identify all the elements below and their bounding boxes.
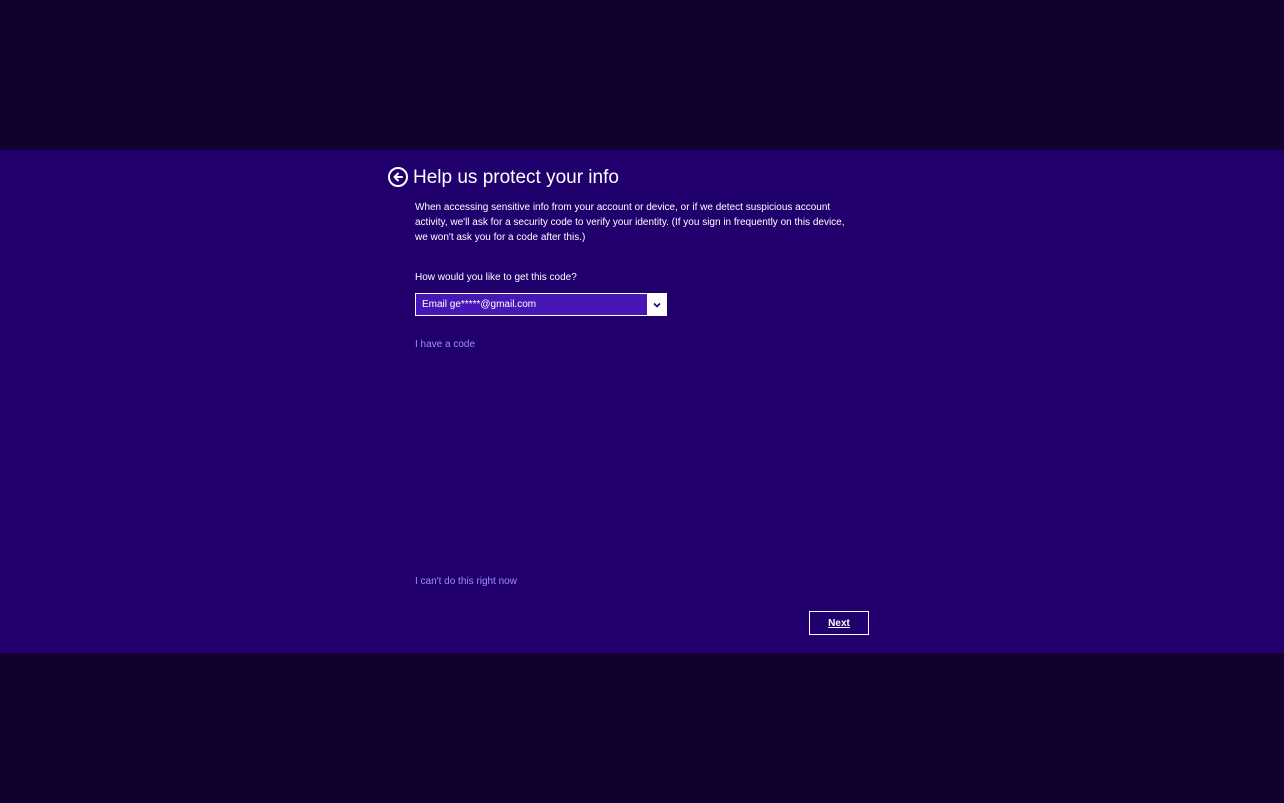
code-method-select[interactable]: Email ge*****@gmail.com xyxy=(415,293,667,316)
top-background-band xyxy=(0,0,1284,150)
description-text: When accessing sensitive info from your … xyxy=(415,202,845,243)
back-arrow-icon xyxy=(392,171,404,183)
code-method-selected-value: Email ge*****@gmail.com xyxy=(416,294,647,315)
chevron-down-icon[interactable] xyxy=(647,294,666,315)
next-button[interactable]: Next xyxy=(809,611,869,635)
code-method-question: How would you like to get this code? xyxy=(415,272,577,283)
cant-do-now-link[interactable]: I can't do this right now xyxy=(415,575,517,589)
bottom-background-band xyxy=(0,653,1284,803)
have-code-link[interactable]: I have a code xyxy=(415,338,475,352)
page-title: Help us protect your info xyxy=(413,167,619,188)
back-button[interactable] xyxy=(388,167,408,187)
